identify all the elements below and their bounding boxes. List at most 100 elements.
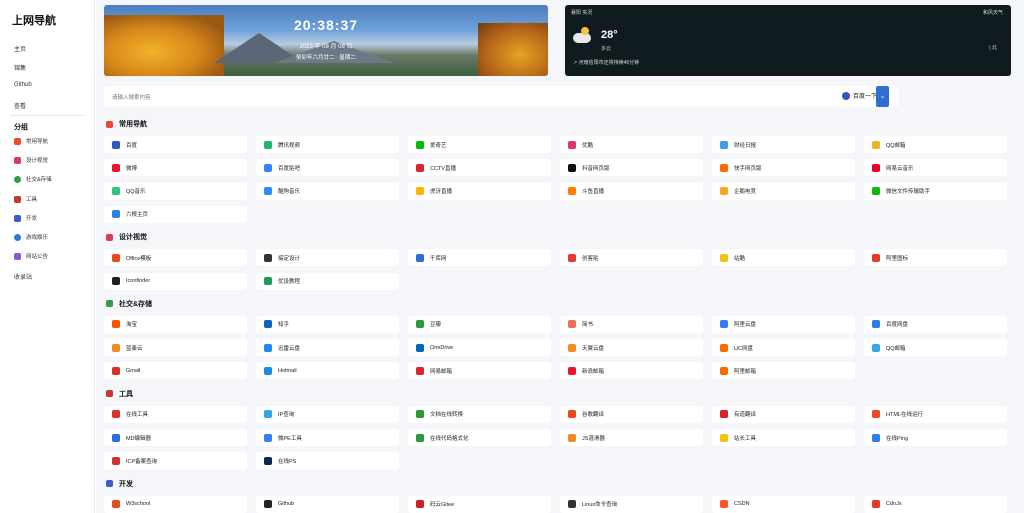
site-favicon-icon xyxy=(112,320,120,329)
link-card[interactable]: 阿里邮箱 xyxy=(712,362,855,380)
link-card-label: 百度网盘 xyxy=(886,322,909,329)
link-card[interactable]: 爱奇艺 xyxy=(408,136,551,153)
link-card[interactable]: 优设教程 xyxy=(256,272,399,290)
link-card[interactable]: 搞定设计 xyxy=(256,249,399,267)
link-card[interactable]: 文档在线转换 xyxy=(408,405,551,423)
link-card[interactable]: 新浪邮箱 xyxy=(560,362,703,380)
weather-widget[interactable]: 襄阳 实况 和风天气 28° 多云 ↗ 河南信阳市还将持续45分钟 | 北 xyxy=(565,5,1011,76)
link-card[interactable]: 迅雷云盘 xyxy=(256,339,399,357)
link-card[interactable]: CSDN xyxy=(712,495,855,513)
link-card[interactable]: 百度 xyxy=(104,136,247,153)
link-card[interactable]: 创客贴 xyxy=(560,249,703,267)
link-card[interactable]: 知乎 xyxy=(256,315,399,333)
nav-view[interactable]: 查看 xyxy=(14,101,26,110)
link-card[interactable]: Hotmail xyxy=(256,362,399,380)
link-card[interactable]: 在线PS xyxy=(256,452,399,470)
link-card[interactable]: 蓝奏云 xyxy=(104,339,247,357)
link-card[interactable]: W3school xyxy=(104,495,247,513)
site-favicon-icon xyxy=(264,163,272,172)
link-card[interactable]: 虎牙直播 xyxy=(408,182,551,200)
link-card[interactable]: 六根主页 xyxy=(104,205,247,223)
sidebar-item-games[interactable]: 游戏娱乐 xyxy=(14,232,48,242)
link-card[interactable]: Gmail xyxy=(104,362,247,380)
link-card[interactable]: UC网盘 xyxy=(712,339,855,357)
link-card[interactable]: HTML在线运行 xyxy=(864,405,1007,423)
site-favicon-icon xyxy=(416,187,424,196)
link-card[interactable]: CdnJs xyxy=(864,495,1007,513)
sidebar-item-social[interactable]: 社交&存储 xyxy=(14,174,52,184)
link-card-label: 酷狗音乐 xyxy=(278,189,301,196)
link-card[interactable]: 站酷 xyxy=(712,249,855,267)
sidebar-item-dev[interactable]: 开发 xyxy=(14,213,37,223)
link-card[interactable]: 千库网 xyxy=(408,249,551,267)
link-card[interactable]: 优酷 xyxy=(560,136,703,153)
link-card[interactable]: 酷狗音乐 xyxy=(256,182,399,200)
main-content: 20:38:37 2023 年 08 月 08 日 癸卯年六月廿二 · 星期二 … xyxy=(96,0,1024,513)
nav-submit-site[interactable]: 收录站 xyxy=(14,272,32,281)
sidebar-item-common[interactable]: 常用导航 xyxy=(14,136,48,146)
link-card-label: 千库网 xyxy=(430,255,447,262)
link-card[interactable]: 豆瓣 xyxy=(408,315,551,333)
link-card[interactable]: 百度网盘 xyxy=(864,315,1007,333)
weather-city: 襄阳 实况 xyxy=(571,10,593,16)
sidebar-item-tools[interactable]: 工具 xyxy=(14,194,37,204)
link-card[interactable]: 抖音网页版 xyxy=(560,159,703,177)
link-card-label: 网易邮箱 xyxy=(430,368,453,375)
link-card[interactable]: Iconfinder xyxy=(104,272,247,290)
link-card[interactable]: 阿里云盘 xyxy=(712,315,855,333)
link-card[interactable]: 阿里图标 xyxy=(864,249,1007,267)
link-card[interactable]: IP查询 xyxy=(256,405,399,423)
link-card[interactable]: 腾讯视频 xyxy=(256,136,399,153)
search-engine-dropdown[interactable]: ⌄ xyxy=(876,86,889,107)
nav-collection[interactable]: 锦集 xyxy=(14,63,26,72)
link-card[interactable]: 企鹅电竞 xyxy=(712,182,855,200)
link-card[interactable]: Github xyxy=(256,495,399,513)
link-card[interactable]: 天翼云盘 xyxy=(560,339,703,357)
link-card[interactable]: 淘宝 xyxy=(104,315,247,333)
link-card[interactable]: 财经日报 xyxy=(712,136,855,153)
link-card[interactable]: 在线工具 xyxy=(104,405,247,423)
site-logo-text[interactable]: 上网导航 xyxy=(12,12,56,28)
link-card[interactable]: 码云Gitee xyxy=(408,495,551,513)
link-card[interactable]: 在线代码格式化 xyxy=(408,429,551,446)
search-engine-button[interactable]: 百度一下 xyxy=(842,91,877,100)
link-card[interactable]: OneDrive xyxy=(408,339,551,357)
link-card[interactable]: 简书 xyxy=(560,315,703,333)
sidebar-item-notice[interactable]: 网站公告 xyxy=(14,251,48,261)
link-card[interactable]: 有道翻译 xyxy=(712,405,855,423)
link-card[interactable]: JS混淆器 xyxy=(560,429,703,446)
site-favicon-icon xyxy=(416,433,424,442)
link-card[interactable]: QQ音乐 xyxy=(104,182,247,200)
link-card[interactable]: QQ邮箱 xyxy=(864,339,1007,357)
link-card[interactable]: 站长工具 xyxy=(712,429,855,446)
link-card[interactable]: 谷歌翻译 xyxy=(560,405,703,423)
link-card[interactable]: 斗鱼直播 xyxy=(560,182,703,200)
nav-home[interactable]: 主页 xyxy=(14,44,26,53)
link-card[interactable]: 百度贴吧 xyxy=(256,159,399,177)
link-card-label: Gmail xyxy=(126,367,141,374)
link-card[interactable]: ICP备案查询 xyxy=(104,452,247,470)
link-card-label: 在线代码格式化 xyxy=(430,435,469,442)
site-favicon-icon xyxy=(568,410,576,419)
site-favicon-icon xyxy=(264,140,272,149)
search-input[interactable] xyxy=(110,89,714,106)
link-card-label: 迅雷云盘 xyxy=(278,345,301,352)
link-card[interactable]: 快手网页版 xyxy=(712,159,855,177)
link-card[interactable]: 微博 xyxy=(104,159,247,177)
link-card[interactable]: CCTV直播 xyxy=(408,159,551,177)
link-card[interactable]: 网易云音乐 xyxy=(864,159,1007,177)
link-card[interactable]: MD编辑器 xyxy=(104,429,247,446)
nav-github[interactable]: Github xyxy=(14,82,32,88)
sidebar-item-design[interactable]: 设计视觉 xyxy=(14,155,48,165)
link-card[interactable]: 微信文件传输助手 xyxy=(864,182,1007,200)
link-card[interactable]: Linux命令查询 xyxy=(560,495,703,513)
clock-banner: 20:38:37 2023 年 08 月 08 日 癸卯年六月廿二 · 星期二 xyxy=(104,5,548,76)
link-card[interactable]: 网易邮箱 xyxy=(408,362,551,380)
link-card[interactable]: 在线Ping xyxy=(864,429,1007,446)
site-favicon-icon xyxy=(416,500,424,509)
link-card[interactable]: 微PE工具 xyxy=(256,429,399,446)
link-card[interactable]: QQ邮箱 xyxy=(864,136,1007,153)
link-card-label: 企鹅电竞 xyxy=(734,189,757,196)
link-card-label: 在线PS xyxy=(278,458,297,465)
link-card[interactable]: Office模板 xyxy=(104,249,247,267)
